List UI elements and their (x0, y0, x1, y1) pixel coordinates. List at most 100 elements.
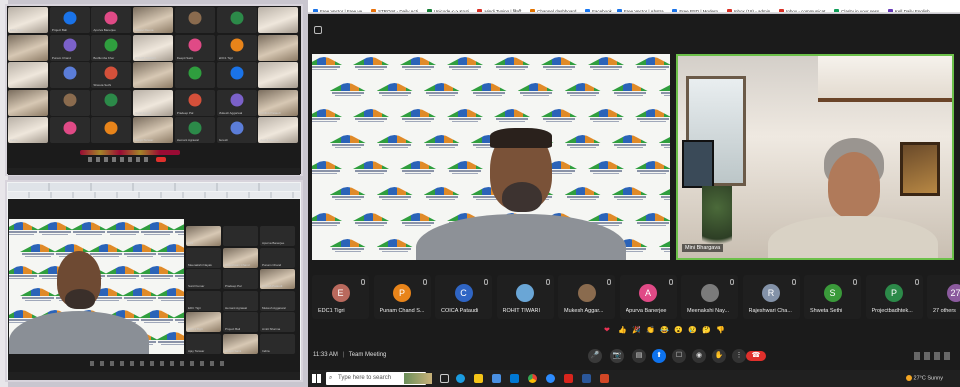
share-screen-button[interactable]: ⬆ (652, 349, 666, 363)
participant-tile[interactable]: Mukesh Aggar... (558, 275, 615, 319)
bookmark-item[interactable]: Inbox - communicat... (778, 7, 829, 12)
participant-tile[interactable]: ROHIT TIWARI (496, 275, 554, 319)
record-button[interactable]: ◉ (692, 349, 706, 363)
controls-small (88, 157, 148, 162)
taskbar-small-top (8, 168, 300, 175)
powerpoint-icon[interactable] (600, 374, 609, 383)
participant-tile[interactable]: E EDC1 Tigri (312, 275, 369, 319)
participant-face (828, 152, 880, 218)
participant-tile[interactable]: S Shweta Sethi (804, 275, 861, 319)
participant-name: Projectbadhtek... (871, 308, 913, 314)
sponsor-logo (611, 187, 648, 201)
avatar (104, 93, 118, 107)
start-button[interactable] (312, 374, 321, 383)
bookmark-item[interactable]: Clarity in your sess... (833, 7, 883, 12)
tile-name: Punam Chand (51, 55, 71, 60)
top-left-control[interactable] (314, 26, 322, 34)
leave-meeting-button[interactable]: ☎ (746, 351, 766, 361)
bookmark-item[interactable]: STROmt - Daily Acti... (370, 7, 422, 12)
mic-muted-icon (607, 279, 611, 285)
participant-tile[interactable]: P Punam Chand S... (373, 275, 431, 319)
gallery-tile: Bodfumba Kher (91, 34, 132, 61)
thumbs-up-icon[interactable]: 👍 (618, 326, 627, 336)
more-options-button[interactable]: ⋮ (732, 349, 746, 363)
taskbar-small-bottom (8, 372, 300, 380)
sponsor-logo (353, 213, 389, 227)
participant-name: Rajeshwari Cha... (748, 308, 792, 314)
avatar (230, 121, 243, 135)
side-tile: Pradeep Pal (223, 269, 258, 289)
participant-tile[interactable]: A Apurva Banerjee (619, 275, 677, 319)
meeting-info: 11:33 AM | Team Meeting (313, 352, 386, 358)
avatar: S (823, 284, 842, 302)
tile-name: Ajay Tanwar (188, 348, 205, 353)
sponsor-logo (139, 266, 175, 280)
bookmark-item[interactable]: Free PSD | Modern... (671, 7, 722, 12)
presenter-beard-small (65, 289, 95, 309)
bookmark-item[interactable]: Facebook (584, 7, 612, 12)
sponsor-logo (658, 135, 670, 149)
tile-name: Project Bali (225, 327, 241, 331)
leave-button-small[interactable] (156, 157, 166, 162)
tile-name: Punam Chand (262, 262, 282, 267)
gallery-grid: EDC Tigri Project Bali Apurva Banerjee Mala… (8, 7, 300, 147)
participant-tile[interactable]: Meenakshi Nay... (681, 275, 738, 319)
word-icon[interactable] (582, 374, 591, 383)
microphone-button[interactable]: 🎤 (588, 349, 602, 363)
avatar (516, 284, 534, 302)
file-explorer-icon[interactable] (474, 374, 483, 383)
tile-name: Project Bali (51, 28, 67, 32)
sponsor-logo (588, 161, 624, 175)
sad-icon[interactable]: 😢 (688, 326, 697, 336)
chrome-icon[interactable] (528, 374, 537, 383)
meeting-time: 11:33 AM (313, 352, 338, 358)
zoom-taskbar-icon[interactable] (546, 374, 555, 383)
bookmark-item[interactable]: Hindi Typing | हिन्दी... (476, 7, 525, 12)
avatar (188, 121, 202, 135)
party-icon[interactable]: 🎉 (632, 326, 641, 336)
participant-tile[interactable]: C COICA Pataudi (435, 275, 492, 319)
sponsor-logo (312, 109, 342, 123)
acrobat-icon[interactable] (564, 374, 573, 383)
clap-icon[interactable]: 👏 (646, 326, 655, 336)
store-icon[interactable] (492, 374, 501, 383)
mail-icon[interactable] (510, 374, 519, 383)
mic-muted-icon (484, 279, 488, 285)
edge-icon[interactable] (456, 374, 465, 383)
participant-tile[interactable]: P Projectbadhtek... (865, 275, 923, 319)
tile-name: EDC Tigri (10, 28, 23, 32)
task-view-icon[interactable] (440, 374, 449, 383)
meeting-title: Team Meeting (348, 352, 387, 358)
bookmark-item[interactable]: Kell Daily English (887, 7, 930, 12)
bookmark-item[interactable]: Unicode <-> Kruti... (426, 7, 472, 12)
bookmark-item[interactable]: Inbox (18) - admin... (726, 7, 774, 12)
weather-widget: 27°C Sunny (906, 375, 943, 381)
video-camera-button[interactable]: 📷 (610, 349, 624, 363)
sponsor-logo (329, 187, 366, 201)
sponsor-logo (423, 187, 460, 201)
gallery-tile (91, 117, 132, 143)
bookmark-item[interactable]: Channel dashboard... (529, 7, 580, 12)
tile-name: Sunil Kumar (188, 284, 205, 288)
bookmark-item[interactable]: Free Vector | Free ve... (312, 7, 366, 12)
thumbs-down-icon[interactable]: 👎 (716, 326, 725, 336)
side-tile: COICA Pataudi (260, 269, 295, 289)
participant-tile[interactable]: R Rajeshwari Cha... (742, 275, 800, 319)
side-tile: Project Bali (223, 312, 258, 332)
heart-icon[interactable]: ❤ (604, 326, 610, 336)
laugh-icon[interactable]: 😂 (660, 326, 669, 336)
gallery-tile: Project Bali (49, 7, 90, 33)
surprised-icon[interactable]: 😮 (674, 326, 683, 336)
participants-button[interactable]: ▤ (632, 349, 646, 363)
bookmark-item[interactable]: Free Vector | Abstra... (616, 7, 667, 12)
avatar (188, 93, 202, 107)
participant-tile[interactable]: 27 27 others (927, 275, 960, 319)
thinking-icon[interactable]: 🤔 (702, 326, 711, 336)
sponsor-logo (494, 57, 530, 71)
tile-name: Suresh (218, 138, 229, 142)
mic-muted-icon (791, 279, 796, 285)
sponsor-logo (447, 161, 483, 175)
raise-hand-button[interactable]: ✋ (712, 349, 726, 363)
chat-button[interactable]: ☐ (672, 349, 686, 363)
side-tile: Punam Chand (260, 247, 295, 268)
